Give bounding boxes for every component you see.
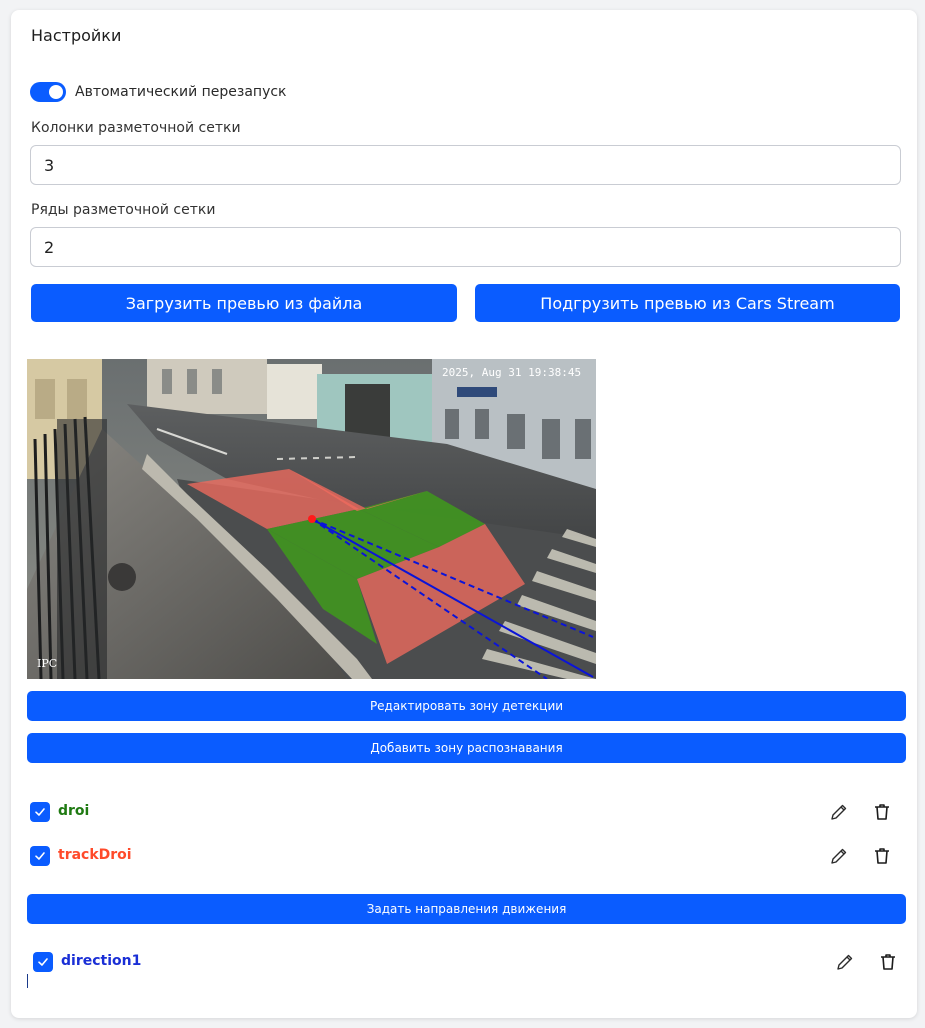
preview-timestamp: 2025, Aug 31 19:38:45: [442, 366, 581, 379]
direction1-checkbox[interactable]: [33, 952, 53, 972]
zone-trackdroi-checkbox[interactable]: [30, 846, 50, 866]
grid-columns-label: Колонки разметочной сетки: [31, 120, 241, 136]
load-preview-from-file-button[interactable]: Загрузить превью из файла: [31, 284, 457, 322]
direction-item-direction1: direction1: [33, 950, 913, 974]
grid-columns-input[interactable]: 3: [30, 145, 901, 185]
trash-icon[interactable]: [870, 844, 894, 868]
trash-icon[interactable]: [870, 800, 894, 824]
add-recognition-zone-button[interactable]: Добавить зону распознавания: [27, 733, 906, 763]
zone-item-trackdroi: trackDroi: [30, 844, 910, 868]
settings-panel: Настройки Автоматический перезапуск Коло…: [11, 10, 917, 1018]
zone-trackdroi-label: trackDroi: [58, 847, 132, 863]
direction1-label: direction1: [61, 953, 142, 969]
auto-restart-toggle[interactable]: [30, 82, 66, 102]
text-cursor: [27, 974, 28, 988]
pencil-icon[interactable]: [827, 844, 851, 868]
pencil-icon[interactable]: [833, 950, 857, 974]
panel-title: Настройки: [31, 26, 122, 45]
grid-rows-input[interactable]: 2: [30, 227, 901, 267]
camera-preview[interactable]: 2025, Aug 31 19:38:45 IPC: [27, 359, 596, 679]
zone-droi-checkbox[interactable]: [30, 802, 50, 822]
auto-restart-row: Автоматический перезапуск: [30, 82, 287, 102]
load-preview-from-stream-button[interactable]: Подгрузить превью из Cars Stream: [475, 284, 900, 322]
trash-icon[interactable]: [876, 950, 900, 974]
checkmark-icon: [35, 808, 45, 816]
auto-restart-label: Автоматический перезапуск: [75, 84, 287, 100]
grid-rows-label: Ряды разметочной сетки: [31, 202, 216, 218]
toggle-knob: [49, 85, 63, 99]
set-directions-button[interactable]: Задать направления движения: [27, 894, 906, 924]
checkmark-icon: [35, 852, 45, 860]
zone-droi-label: droi: [58, 803, 90, 819]
camera-preview-image: 2025, Aug 31 19:38:45 IPC: [27, 359, 596, 679]
pencil-icon[interactable]: [827, 800, 851, 824]
zone-item-droi: droi: [30, 800, 910, 824]
preview-camera-label: IPC: [37, 657, 57, 670]
checkmark-icon: [38, 958, 48, 966]
edit-detection-zone-button[interactable]: Редактировать зону детекции: [27, 691, 906, 721]
